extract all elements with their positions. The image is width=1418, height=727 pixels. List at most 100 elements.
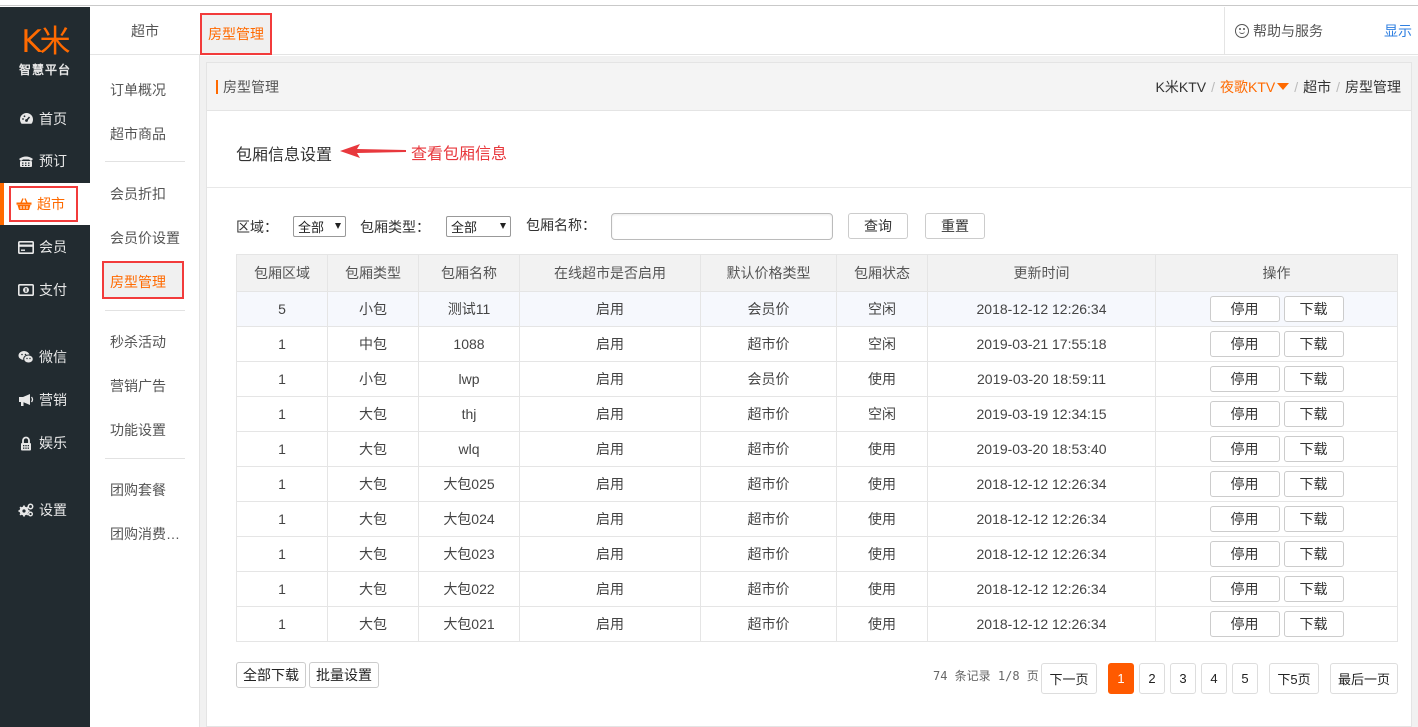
download-button[interactable]: 下载 bbox=[1283, 576, 1344, 602]
subnav-item-flash-sale[interactable]: 秒杀活动 bbox=[110, 332, 166, 352]
sidebar-item-booking[interactable]: 预订 bbox=[0, 140, 90, 182]
download-button[interactable]: 下载 bbox=[1283, 611, 1344, 637]
tab-room-type[interactable]: 房型管理 bbox=[200, 13, 272, 55]
cell-price-type: 超市价 bbox=[700, 326, 837, 362]
disable-button[interactable]: 停用 bbox=[1209, 401, 1280, 427]
disable-button[interactable]: 停用 bbox=[1209, 471, 1280, 497]
sidebar-item-marketing[interactable]: 营销 bbox=[0, 379, 90, 421]
column-header[interactable]: 包厢状态 bbox=[836, 254, 928, 292]
column-header[interactable]: 包厢区域 bbox=[236, 254, 328, 292]
page-button-4[interactable]: 4 bbox=[1201, 663, 1227, 694]
sidebar-item-label: 支付 bbox=[39, 282, 67, 298]
table-row: 5 小包 测试11 启用 会员价 空闲 2018-12-12 12:26:34 停用 下载 bbox=[236, 291, 1398, 327]
sidebar-item-wechat[interactable]: 微信 bbox=[0, 336, 90, 378]
disable-button[interactable]: 停用 bbox=[1209, 296, 1280, 322]
tab-supermarket[interactable]: 超市 bbox=[90, 7, 200, 55]
batch-settings-button[interactable]: 批量设置 bbox=[309, 662, 379, 688]
sidebar-item-entertainment[interactable]: 娱乐 bbox=[0, 422, 90, 464]
disable-button[interactable]: 停用 bbox=[1209, 331, 1280, 357]
cell-online: 启用 bbox=[519, 571, 701, 607]
download-button[interactable]: 下载 bbox=[1283, 366, 1344, 392]
cell-name: 测试11 bbox=[418, 291, 520, 327]
money-icon bbox=[18, 282, 34, 298]
show-link[interactable]: 显示 bbox=[1384, 7, 1412, 55]
disable-button[interactable]: 停用 bbox=[1209, 366, 1280, 392]
area-select[interactable]: 全部 bbox=[293, 216, 346, 237]
download-button[interactable]: 下载 bbox=[1283, 541, 1344, 567]
page-button-1[interactable]: 1 bbox=[1108, 663, 1134, 694]
sidebar-item-home[interactable]: 首页 bbox=[0, 98, 90, 140]
sidebar-item-payment[interactable]: 支付 bbox=[0, 269, 90, 311]
cell-type: 大包 bbox=[327, 466, 419, 502]
subnav-item-marketing-ads[interactable]: 营销广告 bbox=[110, 376, 166, 396]
column-header[interactable]: 在线超市是否启用 bbox=[519, 254, 701, 292]
cell-online: 启用 bbox=[519, 291, 701, 327]
download-button[interactable]: 下载 bbox=[1283, 401, 1344, 427]
disable-button[interactable]: 停用 bbox=[1209, 506, 1280, 532]
page-button-3[interactable]: 3 bbox=[1170, 663, 1196, 694]
room-name-input[interactable] bbox=[611, 213, 833, 240]
disable-button[interactable]: 停用 bbox=[1209, 541, 1280, 567]
cell-actions: 停用 下载 bbox=[1155, 606, 1398, 642]
room-type-select[interactable]: 全部 bbox=[446, 216, 511, 237]
cell-online: 启用 bbox=[519, 396, 701, 432]
cell-type: 大包 bbox=[327, 501, 419, 537]
column-header[interactable]: 包厢名称 bbox=[418, 254, 520, 292]
cell-actions: 停用 下载 bbox=[1155, 571, 1398, 607]
column-header[interactable]: 操作 bbox=[1155, 254, 1398, 292]
breadcrumb-item[interactable]: K米KTV bbox=[1156, 79, 1207, 95]
subnav-item-function-settings[interactable]: 功能设置 bbox=[110, 420, 166, 440]
lock-icon bbox=[18, 435, 34, 451]
divider bbox=[207, 187, 1411, 188]
cell-price-type: 超市价 bbox=[700, 536, 837, 572]
cell-price-type: 超市价 bbox=[700, 501, 837, 537]
cell-online: 启用 bbox=[519, 326, 701, 362]
column-header[interactable]: 包厢类型 bbox=[327, 254, 419, 292]
bullhorn-icon bbox=[18, 392, 34, 408]
next-page-button[interactable]: 下一页 bbox=[1041, 663, 1097, 694]
download-button[interactable]: 下载 bbox=[1283, 471, 1344, 497]
download-button[interactable]: 下载 bbox=[1283, 331, 1344, 357]
cell-price-type: 会员价 bbox=[700, 291, 837, 327]
cell-actions: 停用 下载 bbox=[1155, 396, 1398, 432]
reset-button[interactable]: 重置 bbox=[925, 213, 985, 239]
cell-type: 小包 bbox=[327, 361, 419, 397]
content-card: 房型管理 K米KTV / 夜歌KTV / 超市 / 房型管理 包厢信息设置 查看包厢信息 区… bbox=[206, 62, 1412, 727]
cell-status: 使用 bbox=[836, 536, 928, 572]
query-button[interactable]: 查询 bbox=[848, 213, 908, 239]
main-sidebar: K米 智慧平台 首页 预订 超市 会员 支付 微信 营销 娱乐 设置 bbox=[0, 7, 90, 727]
subnav-item-group-package[interactable]: 团购套餐 bbox=[110, 480, 166, 500]
sidebar-item-supermarket[interactable]: 超市 bbox=[0, 183, 90, 225]
subnav-item-member-price[interactable]: 会员价设置 bbox=[110, 228, 180, 248]
disable-button[interactable]: 停用 bbox=[1209, 576, 1280, 602]
download-button[interactable]: 下载 bbox=[1283, 436, 1344, 462]
disable-button[interactable]: 停用 bbox=[1209, 436, 1280, 462]
subnav-item-room-type[interactable]: 房型管理 bbox=[110, 272, 166, 292]
subnav-item-group-consume[interactable]: 团购消费… bbox=[110, 524, 180, 544]
breadcrumb-item[interactable]: 超市 bbox=[1303, 79, 1331, 95]
page-button-2[interactable]: 2 bbox=[1139, 663, 1165, 694]
column-header[interactable]: 默认价格类型 bbox=[700, 254, 837, 292]
next-5-pages-button[interactable]: 下5页 bbox=[1269, 663, 1319, 694]
subnav-item-supermarket-goods[interactable]: 超市商品 bbox=[110, 124, 166, 144]
sidebar-item-settings[interactable]: 设置 bbox=[0, 489, 90, 531]
subnav-item-member-discount[interactable]: 会员折扣 bbox=[110, 184, 166, 204]
cell-price-type: 会员价 bbox=[700, 361, 837, 397]
download-all-button[interactable]: 全部下载 bbox=[236, 662, 306, 688]
cell-price-type: 超市价 bbox=[700, 466, 837, 502]
table-row: 1 大包 大包022 启用 超市价 使用 2018-12-12 12:26:34 停用 下载 bbox=[236, 571, 1398, 607]
download-button[interactable]: 下载 bbox=[1283, 506, 1344, 532]
breadcrumb-store-dropdown[interactable]: 夜歌KTV bbox=[1220, 79, 1290, 95]
sidebar-item-label: 首页 bbox=[39, 111, 67, 127]
breadcrumb-item: 房型管理 bbox=[1345, 79, 1401, 95]
top-bar: 超市 房型管理 帮助与服务 显示 bbox=[90, 7, 1418, 55]
disable-button[interactable]: 停用 bbox=[1209, 611, 1280, 637]
subnav-item-order-overview[interactable]: 订单概况 bbox=[110, 80, 166, 100]
sidebar-item-member[interactable]: 会员 bbox=[0, 226, 90, 268]
room-type-select-value: 全部 bbox=[451, 220, 478, 235]
page-button-5[interactable]: 5 bbox=[1232, 663, 1258, 694]
help-label: 帮助与服务 bbox=[1253, 23, 1323, 39]
column-header[interactable]: 更新时间 bbox=[927, 254, 1156, 292]
last-page-button[interactable]: 最后一页 bbox=[1330, 663, 1398, 694]
download-button[interactable]: 下载 bbox=[1283, 296, 1344, 322]
